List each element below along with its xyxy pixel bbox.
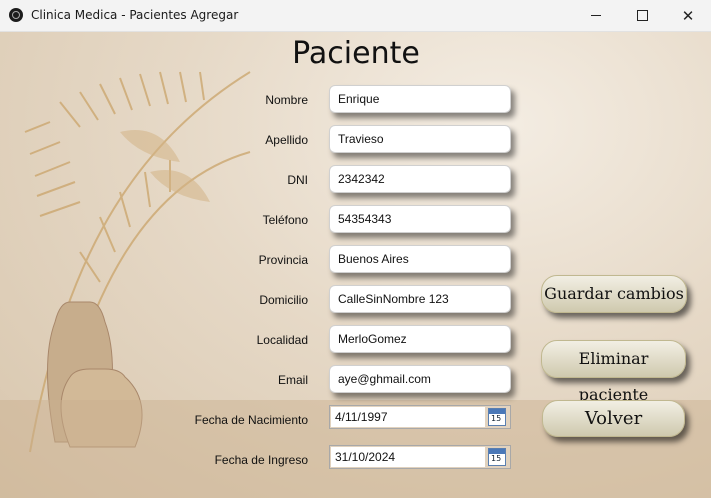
minimize-icon [591,15,601,16]
label-domicilio: Domicilio [259,293,308,307]
app-icon [9,8,23,22]
window-title: Clinica Medica - Pacientes Agregar [31,8,239,22]
delete-patient-button[interactable]: Eliminar paciente [541,340,686,404]
app-window: Clinica Medica - Pacientes Agregar ✕ Pac… [0,0,711,498]
close-icon: ✕ [681,6,695,25]
maximize-button[interactable] [619,0,665,31]
label-nombre: Nombre [265,93,308,107]
label-dni: DNI [287,173,308,187]
fecha-ingreso-picker[interactable]: 31/10/2024 15 [329,445,511,469]
label-email: Email [277,373,308,387]
apellido-field[interactable]: Travieso [329,125,511,153]
label-telefono: Teléfono [262,213,308,227]
title-bar: Clinica Medica - Pacientes Agregar ✕ [0,0,711,32]
domicilio-field[interactable]: CalleSinNombre 123 [329,285,511,313]
back-button[interactable]: Volver [542,400,685,437]
fecha-nacimiento-value[interactable]: 4/11/1997 [331,407,485,427]
provincia-field[interactable]: Buenos Aires [329,245,511,273]
label-fecha-nacimiento: Fecha de Nacimiento [194,413,308,427]
fecha-ingreso-value[interactable]: 31/10/2024 [331,447,485,467]
save-changes-button[interactable]: Guardar cambios [541,275,687,313]
calendar-icon[interactable]: 15 [488,408,506,426]
dni-field[interactable]: 2342342 [329,165,511,193]
email-field[interactable]: aye@ghmail.com [329,365,511,393]
close-button[interactable]: ✕ [665,0,711,31]
localidad-field[interactable]: MerloGomez [329,325,511,353]
page-title: Paciente [292,36,420,71]
label-localidad: Localidad [256,333,308,347]
minimize-button[interactable] [573,0,619,31]
label-apellido: Apellido [265,133,308,147]
fecha-nacimiento-picker[interactable]: 4/11/1997 15 [329,405,511,429]
telefono-field[interactable]: 54354343 [329,205,511,233]
calendar-icon[interactable]: 15 [488,448,506,466]
label-fecha-ingreso: Fecha de Ingreso [214,453,308,467]
nombre-field[interactable]: Enrique [329,85,511,113]
label-provincia: Provincia [258,253,308,267]
maximize-icon [636,10,648,21]
